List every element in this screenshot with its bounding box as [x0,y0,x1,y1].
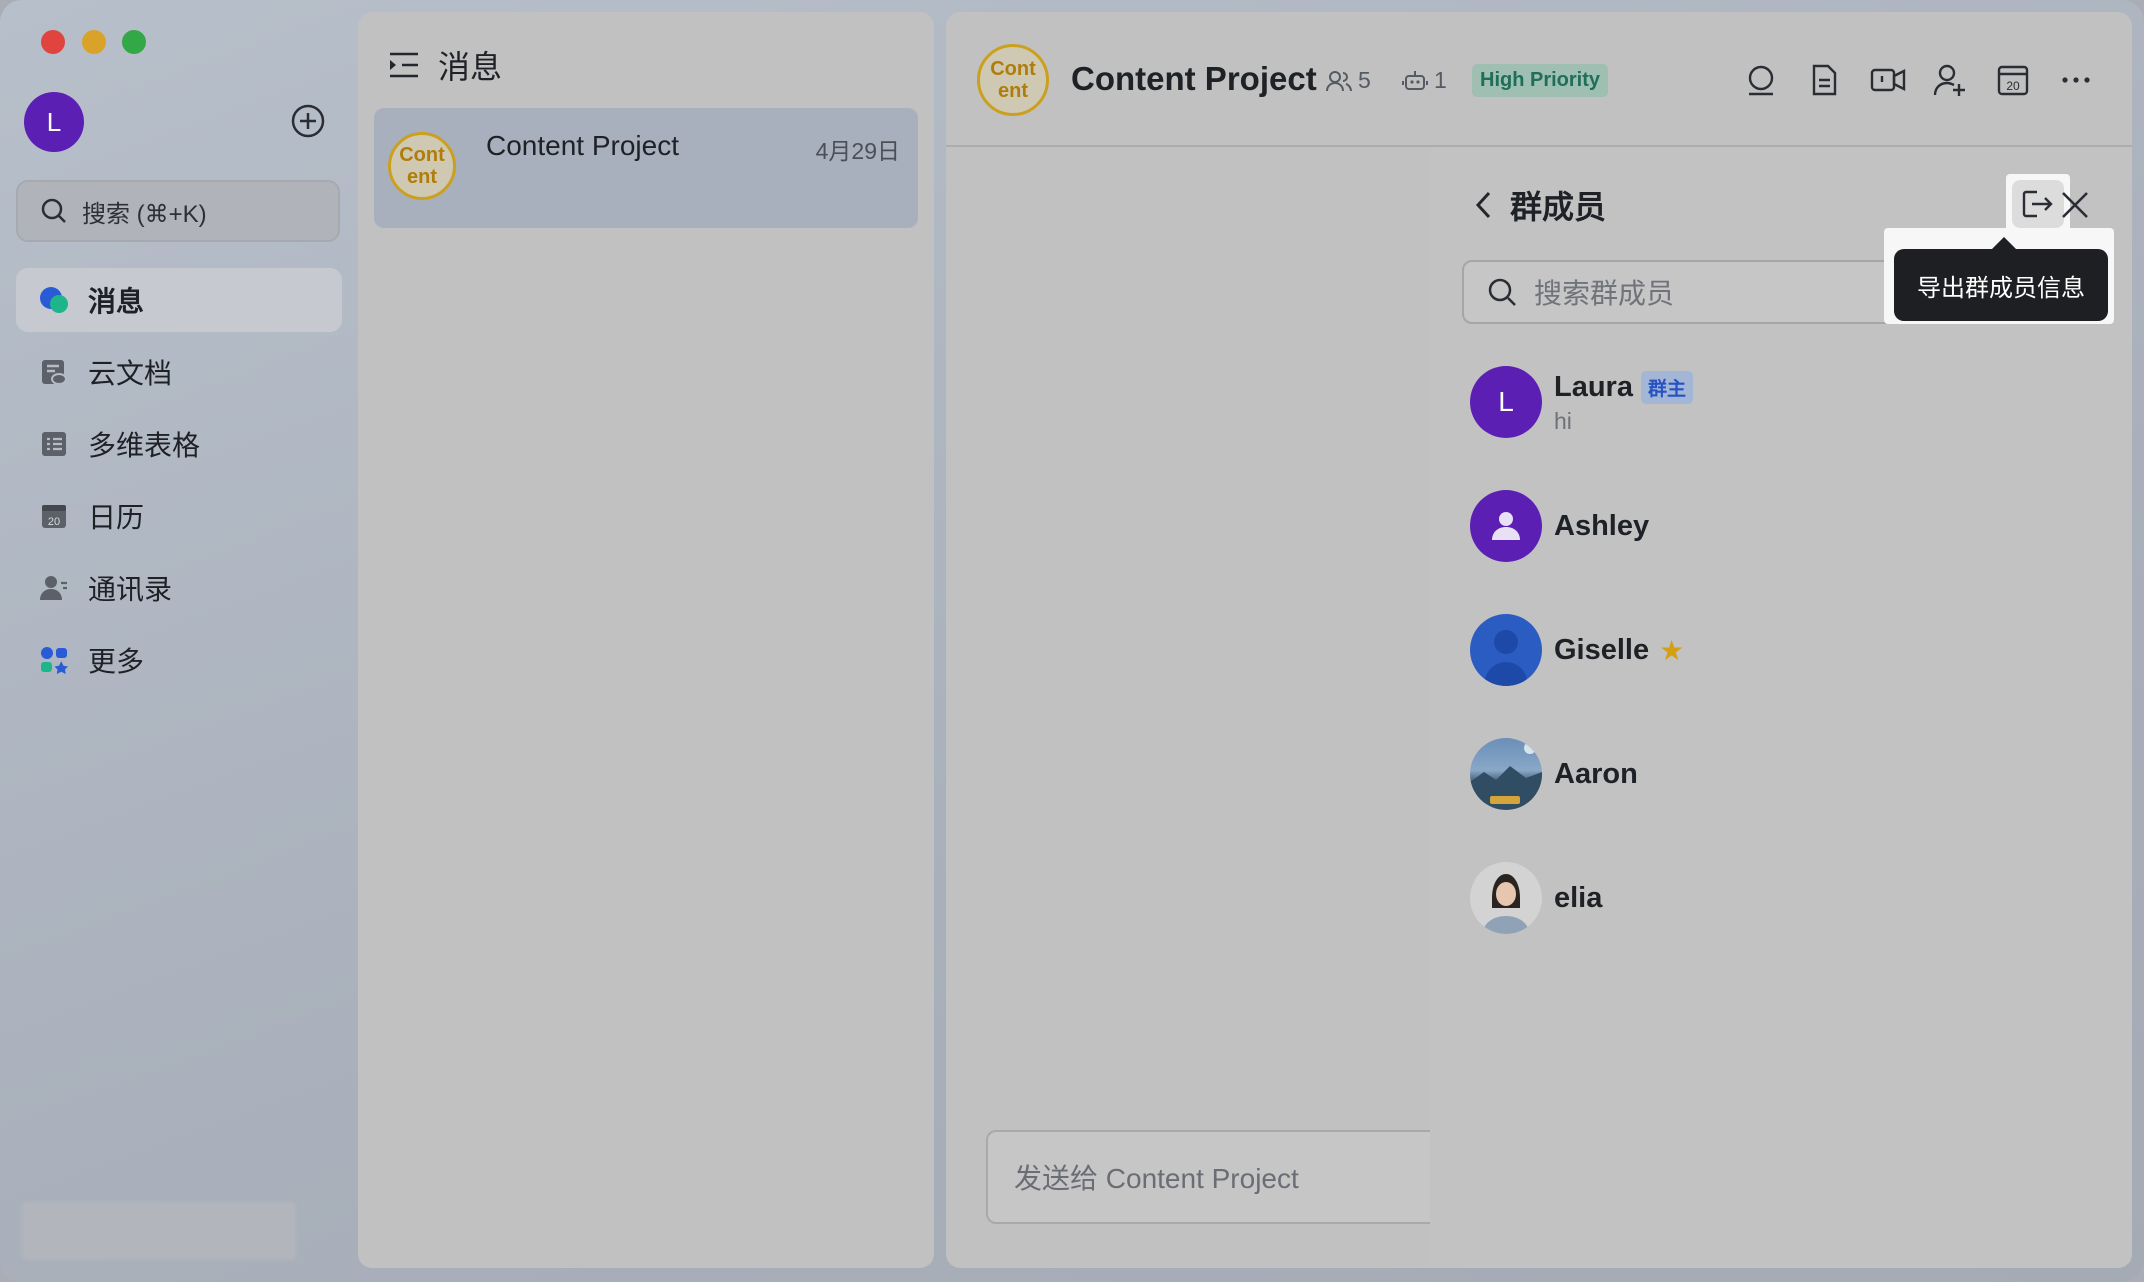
priority-badge[interactable]: High Priority [1472,64,1609,97]
user-avatar[interactable]: L [24,92,84,152]
user-avatar-letter: L [46,106,62,137]
members-count-value: 5 [1358,67,1371,93]
search-icon [41,198,66,223]
member-search-input[interactable]: 搜索群成员 [1462,260,1912,324]
avatar [1470,490,1542,562]
member-row[interactable]: Giselle ★ [1470,614,1684,686]
sidebar-nav: 消息 云文档 多维表格 20 日历 通讯录 更多 [16,268,342,700]
back-arrow-icon[interactable] [1472,189,1496,221]
app-window: L 搜索 (⌘+K) 消息 云文档 多维表格 20 日历 通讯录 更多 消息 C… [0,0,2144,1282]
export-members-button[interactable] [2012,180,2064,228]
svg-text:20: 20 [2006,79,2020,93]
member-search-placeholder: 搜索群成员 [1534,278,1675,309]
contacts-icon [38,572,70,604]
add-icon[interactable] [290,103,326,139]
calendar-event-icon[interactable]: 20 [1995,62,2031,98]
window-minimize-button[interactable] [82,30,106,54]
bots-count-value: 1 [1434,67,1447,93]
calendar-icon: 20 [38,500,70,532]
base-table-icon [38,428,70,460]
members-icon [1326,70,1352,91]
landscape-photo-icon [1470,742,1542,810]
avatar [1470,862,1542,934]
avatar [1470,738,1542,810]
video-call-icon[interactable] [1869,62,1906,98]
message-input-placeholder: 发送给 Content Project [1014,1163,1299,1194]
member-name: elia [1554,881,1603,914]
global-search-placeholder: 搜索 (⌘+K) [82,200,207,228]
sidebar-item-base[interactable]: 多维表格 [16,412,342,476]
chat-header-logo[interactable]: Cont ent [977,44,1049,116]
member-status: hi [1554,408,1572,434]
blurred-footer [22,1202,296,1260]
member-row[interactable]: Ashley [1470,490,1649,562]
sidebar-item-messages[interactable]: 消息 [16,268,342,332]
cloud-docs-icon [38,356,70,388]
chat-list-title: 消息 [438,49,503,85]
sidebar-item-label: 多维表格 [88,430,201,461]
members-count[interactable]: 5 [1326,67,1371,94]
export-tooltip-text: 导出群成员信息 [1917,274,2085,302]
avatar: L [1470,366,1542,438]
chat-title: Content Project [486,130,679,161]
sidebar-item-label: 消息 [88,286,145,317]
global-search-input[interactable]: 搜索 (⌘+K) [16,180,340,242]
window-close-button[interactable] [41,30,65,54]
members-panel-title: 群成员 [1510,189,1607,225]
sidebar-item-label: 更多 [88,646,145,677]
list-item[interactable]: Cont ent Content Project 4月29日 [374,108,918,228]
sidebar-item-label: 通讯录 [88,574,173,605]
avatar-letter: L [1498,386,1514,417]
chat-header: Cont ent Content Project 5 1 High Priorit… [946,12,2132,147]
more-apps-icon [38,644,70,676]
chat-header-logo-text: Cont ent [990,58,1036,102]
avatar [1470,614,1542,686]
bot-icon [1402,70,1428,90]
member-name: Ashley [1554,509,1650,542]
add-member-icon[interactable] [1932,62,1968,98]
search-icon [1488,278,1516,306]
person-silhouette-icon [1484,630,1528,686]
members-panel: 群成员 搜索群成员 导出群成员信息 L Laura 群主 hi Ashley G… [1430,148,2132,1268]
member-row[interactable]: L Laura 群主 hi [1470,366,1693,438]
sidebar-item-label: 日历 [88,502,145,533]
sidebar-item-label: 云文档 [88,358,173,389]
member-name: Giselle [1554,633,1650,666]
document-icon[interactable] [1806,62,1842,98]
chat-logo-text: Cont ent [399,144,445,188]
chat-logo: Cont ent [388,132,456,200]
export-tooltip: 导出群成员信息 [1894,237,2108,321]
portrait-photo-icon [1482,874,1530,934]
sidebar-item-cloud-docs[interactable]: 云文档 [16,340,342,404]
member-row[interactable]: elia [1470,862,1602,934]
members-panel-header: 群成员 [1472,182,1606,228]
more-options-icon[interactable] [2058,62,2094,98]
chat-list-header: 消息 [388,42,502,88]
messages-icon [38,284,70,316]
default-person-icon [1492,512,1520,540]
member-row[interactable]: Aaron [1470,738,1638,810]
owner-badge: 群主 [1640,370,1693,404]
chat-list-panel: 消息 Cont ent Content Project 4月29日 [358,12,934,1268]
collapse-menu-icon[interactable] [388,50,420,80]
svg-text:20: 20 [48,516,60,528]
member-name: Aaron [1554,757,1638,790]
star-icon: ★ [1659,634,1685,666]
window-zoom-button[interactable] [122,30,146,54]
sidebar-item-more[interactable]: 更多 [16,628,342,692]
bots-count[interactable]: 1 [1402,67,1447,94]
close-icon[interactable] [2058,188,2092,222]
export-icon [2022,190,2053,218]
sidebar-item-contacts[interactable]: 通讯录 [16,556,342,620]
member-name: Laura [1554,370,1633,403]
sidebar-item-calendar[interactable]: 20 日历 [16,484,342,548]
chat-date: 4月29日 [815,138,900,164]
chat-search-icon[interactable] [1743,62,1779,98]
chat-header-title[interactable]: Content Project [1071,60,1317,98]
